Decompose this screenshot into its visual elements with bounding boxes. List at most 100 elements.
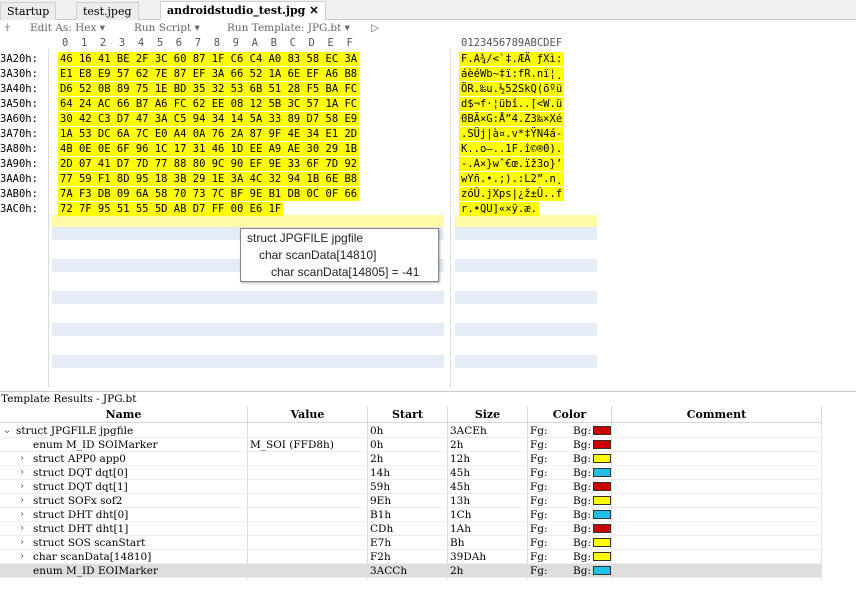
bg-color-swatch[interactable] (593, 524, 611, 533)
value-tooltip: struct JPGFILE jpgfile char scanData[148… (240, 228, 439, 282)
bg-color-swatch[interactable] (593, 496, 611, 505)
bg-label: Bg: (573, 453, 591, 465)
result-row[interactable]: › char scanData[14810] F2h 39DAh Fg: Bg: (0, 550, 822, 564)
result-row[interactable]: ⌄ struct JPGFILE jpgfile 0h 3ACEh Fg: Bg… (0, 424, 822, 438)
result-row[interactable]: › struct SOFx sof2 9Eh 13h Fg: Bg: (0, 494, 822, 508)
ascii-row[interactable]: F.A¾/<`‡.ÆÄ ƒXì: (459, 52, 565, 66)
ascii-row[interactable]: K..o–..1F.î©®0). (459, 142, 565, 156)
result-row[interactable]: › struct APP0 app0 2h 12h Fg: Bg: (0, 452, 822, 466)
row-address: 3A40h: (0, 83, 38, 95)
expand-toggle-icon[interactable]: › (20, 550, 24, 564)
tab-androidstudio-test[interactable]: androidstudio_test.jpg ✕ (160, 1, 326, 21)
empty-row (455, 291, 597, 304)
empty-row (455, 215, 597, 227)
edit-as-dropdown[interactable]: Edit As: Hex ▾ (30, 22, 105, 34)
ascii-row[interactable]: r.•QU]«×ÿ.æ. (459, 202, 539, 216)
result-row[interactable]: › struct SOS scanStart E7h Bh Fg: Bg: (0, 536, 822, 550)
hex-editor[interactable]: 0 1 2 3 4 5 6 7 8 9 A B C D E F 01234567… (0, 37, 856, 387)
hex-row[interactable]: D6 52 0B 89 75 1E BD 35 32 53 6B 51 28 F… (58, 82, 360, 96)
expand-toggle-icon[interactable]: ⌄ (3, 424, 11, 438)
expand-toggle-icon[interactable]: › (20, 536, 24, 550)
hex-row[interactable]: 77 59 F1 8D 95 18 3B 29 1E 3A 4C 32 94 1… (58, 172, 360, 186)
expand-toggle-icon[interactable]: › (20, 480, 24, 494)
bg-color-swatch[interactable] (593, 454, 611, 463)
collapse-icon[interactable]: ⇟ (3, 22, 12, 34)
bg-color-swatch[interactable] (593, 510, 611, 519)
column-header-color[interactable]: Color (528, 406, 612, 423)
expand-toggle-icon[interactable]: › (20, 494, 24, 508)
tab-label: test.jpeg (83, 5, 132, 18)
row-address: 3A90h: (0, 158, 38, 170)
expand-toggle-icon[interactable]: › (20, 522, 24, 536)
row-address: 3A70h: (0, 128, 38, 140)
expand-toggle-icon[interactable]: › (20, 508, 24, 522)
tab-test-jpeg[interactable]: test.jpeg (76, 2, 139, 20)
hex-row[interactable]: 4B 0E 0E 6F 96 1C 17 31 46 1D EE A9 AE 3… (58, 142, 360, 156)
bg-label: Bg: (573, 467, 591, 479)
hex-row[interactable]: 72 7F 95 51 55 5D AB D7 FF 00 E6 1F (58, 202, 284, 216)
bg-label: Bg: (573, 551, 591, 563)
result-size: 13h (450, 495, 471, 507)
bg-color-swatch[interactable] (593, 538, 611, 547)
result-size: 12h (450, 453, 471, 465)
ascii-row[interactable]: d$¬f·¦übî..[<W.ü (459, 97, 565, 111)
ascii-row[interactable]: ÖR.‰u.½52SkQ(õºü (459, 82, 565, 96)
ascii-row[interactable]: wYñ.•.;).:L2”.n¸ (459, 172, 565, 186)
column-header-size[interactable]: Size (448, 406, 528, 423)
hex-row[interactable]: 2D 07 41 D7 7D 77 88 80 9C 90 EF 9E 33 6… (58, 157, 360, 171)
result-start: CDh (370, 523, 394, 535)
row-address: 3A20h: (0, 53, 38, 65)
fg-label: Fg: (530, 467, 548, 479)
expand-toggle-icon[interactable]: › (20, 452, 24, 466)
ascii-row[interactable]: .SÜj|à¤.v*‡ŸN4á- (459, 127, 565, 141)
column-header-value[interactable]: Value (248, 406, 368, 423)
expand-toggle-icon[interactable]: › (20, 466, 24, 480)
play-icon[interactable]: ▷ (371, 22, 379, 34)
column-header-comment[interactable]: Comment (612, 406, 822, 423)
bg-label: Bg: (573, 439, 591, 451)
column-header-name[interactable]: Name (0, 406, 248, 423)
bg-color-swatch[interactable] (593, 468, 611, 477)
hex-row[interactable]: 64 24 AC 66 B7 A6 FC 62 EE 08 12 5B 3C 5… (58, 97, 360, 111)
ascii-row[interactable]: 0BÃ×G:Å”4.Z3‰×Xé (459, 112, 565, 126)
result-row[interactable]: › struct DQT dqt[1] 59h 45h Fg: Bg: (0, 480, 822, 494)
fg-label: Fg: (530, 439, 548, 451)
bg-color-swatch[interactable] (593, 482, 611, 491)
run-script-dropdown[interactable]: Run Script ▾ (134, 22, 200, 34)
close-icon[interactable]: ✕ (309, 4, 318, 17)
ascii-row[interactable]: zóÛ.jXps|¿ž±Û..f (459, 187, 565, 201)
row-address: 3A80h: (0, 143, 38, 155)
tab-startup[interactable]: Startup (0, 2, 57, 20)
empty-row (455, 323, 597, 336)
run-template-dropdown[interactable]: Run Template: JPG.bt ▾ (227, 22, 350, 34)
fg-label: Fg: (530, 551, 548, 563)
fg-label: Fg: (530, 565, 548, 577)
tab-label: Startup (7, 5, 50, 18)
fg-label: Fg: (530, 425, 548, 437)
hex-row[interactable]: 46 16 41 BE 2F 3C 60 87 1F C6 C4 A0 83 5… (58, 52, 360, 66)
tooltip-line: char scanData[14805] = -41 (271, 265, 420, 279)
fg-label: Fg: (530, 495, 548, 507)
column-header-start[interactable]: Start (368, 406, 448, 423)
result-name: enum M_ID EOIMarker (33, 565, 158, 577)
row-address: 3AC0h: (0, 203, 38, 215)
result-row[interactable]: › struct DHT dht[1] CDh 1Ah Fg: Bg: (0, 522, 822, 536)
hex-row[interactable]: 7A F3 DB 09 6A 58 70 73 7C BF 9E B1 DB 0… (58, 187, 360, 201)
result-start: 3ACCh (370, 565, 408, 577)
result-row[interactable]: › struct DQT dqt[0] 14h 45h Fg: Bg: (0, 466, 822, 480)
tab-label: androidstudio_test.jpg (167, 4, 306, 17)
ascii-row[interactable]: áèéWb~‡ï:fR.nï¦¸ (459, 67, 565, 81)
result-row[interactable]: enum M_ID SOIMarker M_SOI (FFD8h) 0h 2h … (0, 438, 822, 452)
bg-color-swatch[interactable] (593, 552, 611, 561)
bg-color-swatch[interactable] (593, 440, 611, 449)
hex-row[interactable]: 30 42 C3 D7 47 3A C5 94 34 14 5A 33 89 D… (58, 112, 360, 126)
hex-row[interactable]: 1A 53 DC 6A 7C E0 A4 0A 76 2A 87 9F 4E 3… (58, 127, 360, 141)
result-row-selected[interactable]: enum M_ID EOIMarker 3ACCh 2h Fg: Bg: (0, 564, 822, 578)
row-address: 3A30h: (0, 68, 38, 80)
row-address: 3AA0h: (0, 173, 38, 185)
bg-color-swatch[interactable] (593, 566, 611, 575)
ascii-row[interactable]: -.A×}wˆ€œ.ïž3o}’ (459, 157, 565, 171)
hex-row[interactable]: E1 E8 E9 57 62 7E 87 EF 3A 66 52 1A 6E E… (58, 67, 360, 81)
bg-color-swatch[interactable] (593, 426, 611, 435)
result-row[interactable]: › struct DHT dht[0] B1h 1Ch Fg: Bg: (0, 508, 822, 522)
